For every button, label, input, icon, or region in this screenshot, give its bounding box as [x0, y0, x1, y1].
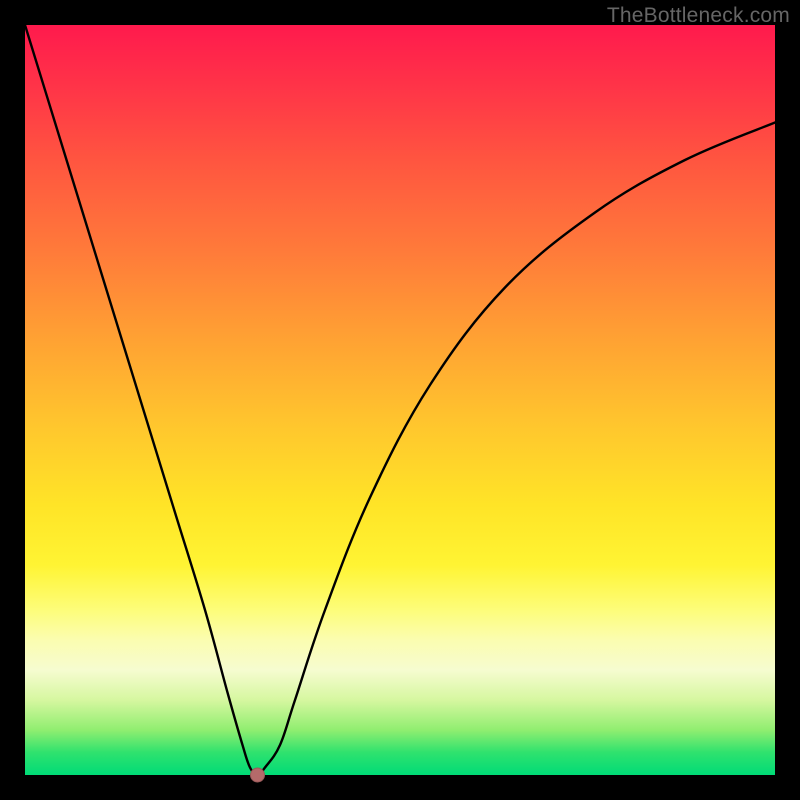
- bottleneck-curve: [25, 25, 775, 775]
- curve-layer: [25, 25, 775, 775]
- watermark-text: TheBottleneck.com: [607, 4, 790, 28]
- chart-frame: TheBottleneck.com: [0, 0, 800, 800]
- optimum-marker: [251, 768, 265, 782]
